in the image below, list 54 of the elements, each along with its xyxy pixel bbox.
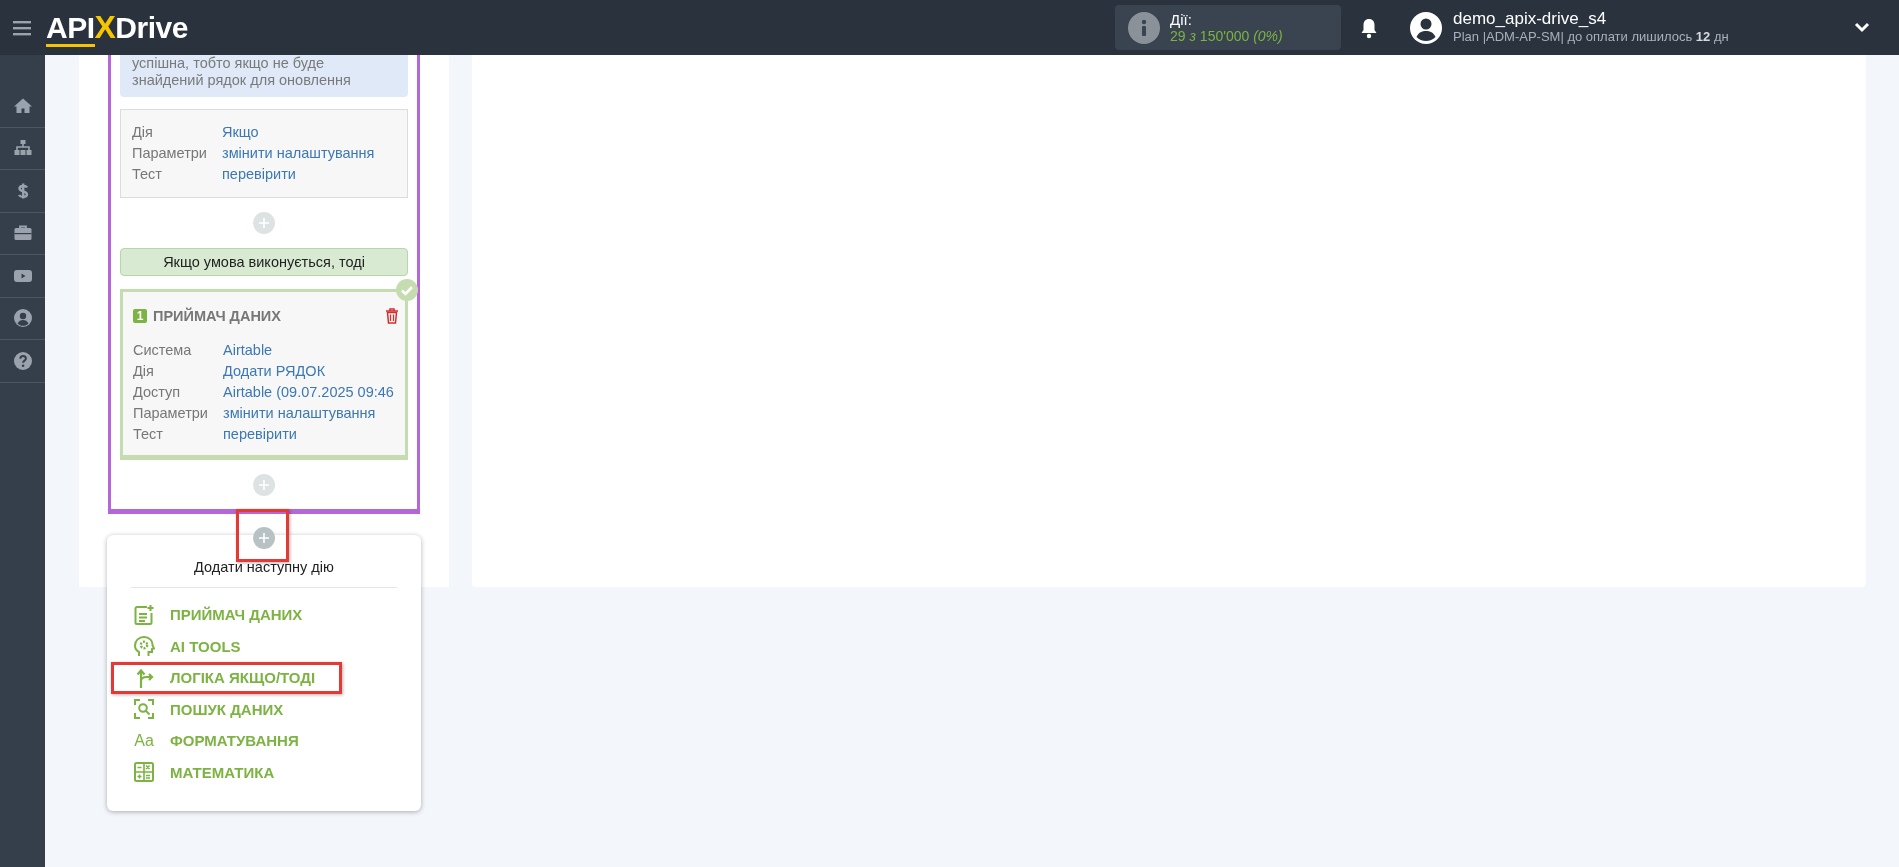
user-icon[interactable] [12,308,33,329]
calculator-icon [133,761,155,784]
chevron-down-icon[interactable] [1854,21,1870,34]
avatar-icon[interactable] [1410,11,1442,44]
menu-item[interactable]: ПРИЙМАЧ ДАНИХ [107,599,421,631]
condition-banner: Якщо умова виконується, тоді [120,248,408,276]
actions-label: Дії: [1170,10,1193,28]
step-number: 1 [133,309,147,323]
card-title: ПРИЙМАЧ ДАНИХ [153,308,281,324]
menu-item[interactable]: Aa ФОРМАТУВАННЯ [107,725,421,757]
field-link[interactable]: перевірити [223,424,297,445]
head-gear-icon [133,635,155,658]
menu-item[interactable]: ЛОГІКА ЯКЩО/ТОДІ [107,662,421,694]
menu-item-label: ЛОГІКА ЯКЩО/ТОДІ [170,669,316,687]
menu-item-label: МАТЕМАТИКА [170,763,275,781]
plus-icon [259,533,269,543]
field-link[interactable]: змінити налаштування [222,143,375,164]
field-link[interactable]: Airtable [223,340,273,361]
menu-item[interactable]: ПОШУК ДАНИХ [107,693,421,725]
plus-icon [259,480,269,490]
field-label: Дія [133,362,155,381]
field-link[interactable]: змінити налаштування [223,403,376,424]
plus-icon [259,218,269,228]
trash-icon[interactable] [385,308,399,324]
menu-item-label: AI TOOLS [170,637,241,655]
field-link[interactable]: перевірити [222,164,296,185]
field-label: Дія [132,123,154,142]
info-note: успішна, тобто якщо не буде знайдений рядок для оновлення [120,55,408,97]
user-name[interactable]: demo_apix-drive_s4 [1453,9,1854,28]
field-link[interactable]: Додати РЯДОК [223,361,326,382]
field-label: Тест [133,425,164,444]
actions-usage: 29 з 150'000 (0%) [1170,27,1283,45]
field-label: Тест [132,165,163,184]
menu-item[interactable]: МАТЕМАТИКА [107,756,421,788]
info-icon [1128,11,1160,44]
field-label: Параметри [133,404,209,423]
logo[interactable]: APIXDrive [46,9,188,46]
menu-item-label: ПРИЙМАЧ ДАНИХ [170,606,303,624]
help-icon[interactable] [12,350,33,371]
menu-title: Додати наступну дію [131,557,397,588]
menu-icon[interactable] [13,19,31,36]
document-plus-icon [133,603,155,626]
menu-item-label: ФОРМАТУВАННЯ [170,732,299,750]
bell-icon[interactable] [1359,16,1379,39]
text-format-icon: Aa [133,731,155,750]
field-link[interactable]: Airtable (09.07.2025 09:46 [223,382,394,403]
search-frame-icon [133,698,155,721]
menu-item-label: ПОШУК ДАНИХ [170,700,284,718]
field-label: Система [133,341,193,360]
menu-item[interactable]: AI TOOLS [107,630,421,662]
plan-info: Plan |ADM-AP-SM| до оплати лишилось 12 дн [1453,27,1730,46]
field-link[interactable]: Якщо [222,122,259,143]
field-label: Параметри [132,144,208,163]
field-label: Доступ [133,383,182,402]
